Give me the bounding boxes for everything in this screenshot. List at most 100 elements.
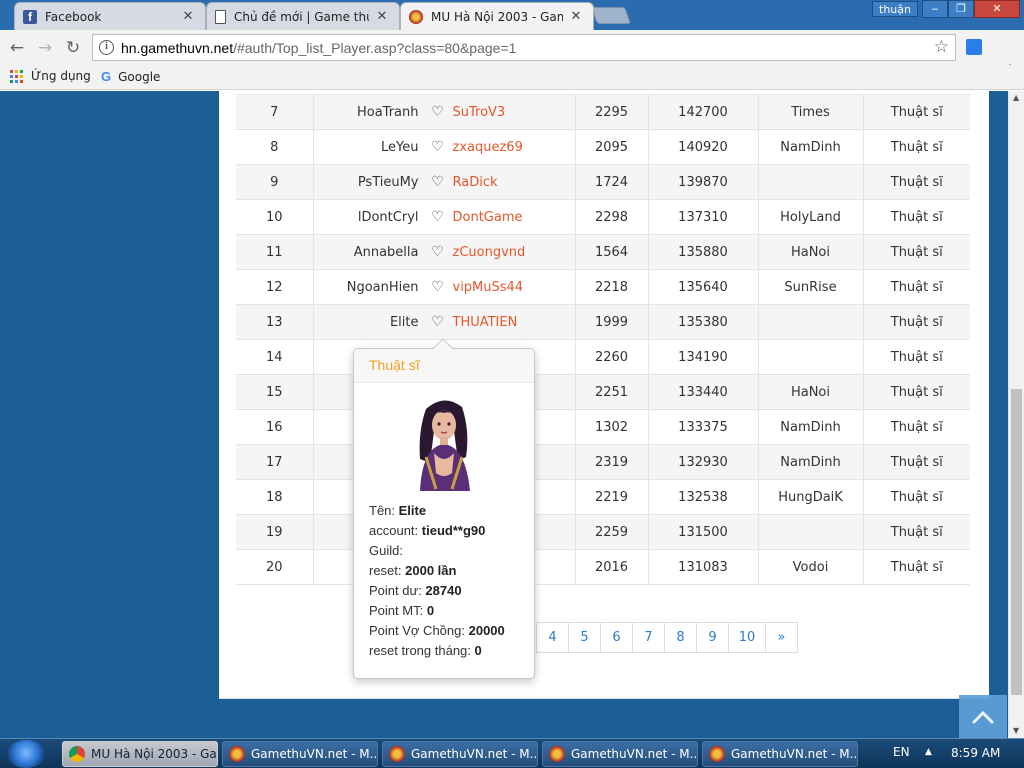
windows-start-icon[interactable] <box>6 740 46 768</box>
table-row: 7 HoaTranh ♡ SuTroV3 2295 142700 Times Thuật sĩ <box>236 94 970 130</box>
tab-mu-hanoi[interactable]: MU Hà Nội 2003 - Game ✕ <box>400 2 594 30</box>
rank-cell: 16 <box>236 409 314 445</box>
reload-icon[interactable]: ↻ <box>62 37 84 59</box>
character-name[interactable]: HoaTranh <box>314 105 419 120</box>
taskbar-item[interactable]: MU Hà Nội 2003 - Ga... <box>62 741 218 767</box>
tray-expand-icon[interactable]: ▲ <box>925 747 932 757</box>
heart-icon: ♡ <box>431 244 444 260</box>
character-name[interactable]: NgoanHien <box>314 280 419 295</box>
partner-name-link[interactable]: SuTroV3 <box>453 105 506 120</box>
rank-cell: 19 <box>236 514 314 550</box>
class-cell[interactable]: Thuật sĩ <box>863 514 970 550</box>
guild-cell: Times <box>758 94 864 130</box>
class-cell[interactable]: Thuật sĩ <box>863 479 970 515</box>
partner-name-link[interactable]: DontGame <box>453 210 523 225</box>
scrollbar-thumb[interactable] <box>1011 389 1022 695</box>
taskbar-item[interactable]: GamethuVN.net - M... <box>222 741 378 767</box>
page-link[interactable]: 7 <box>632 622 665 653</box>
table-row: 18Tu♡2219132538HungDaiKThuật sĩ <box>236 479 970 515</box>
close-icon[interactable]: ✕ <box>375 9 389 24</box>
class-cell[interactable]: Thuật sĩ <box>863 304 970 340</box>
class-cell[interactable]: Thuật sĩ <box>863 94 970 130</box>
bookmark-google[interactable]: G Google <box>101 69 160 84</box>
info-icon[interactable]: i <box>99 40 114 55</box>
tab-forum[interactable]: Chủ đề mới | Game thủ V ✕ <box>206 2 400 30</box>
reset-cell: 2251 <box>575 374 649 410</box>
partner-name-link[interactable]: zCuongvnd <box>453 245 526 260</box>
taskbar-item[interactable]: GamethuVN.net - M... <box>542 741 698 767</box>
class-cell[interactable]: Thuật sĩ <box>863 164 970 200</box>
new-tab-button[interactable] <box>590 7 632 24</box>
point-cell: 142700 <box>648 94 759 130</box>
close-icon[interactable]: ✕ <box>181 9 195 24</box>
page-link[interactable]: 8 <box>664 622 697 653</box>
taskbar-item[interactable]: GamethuVN.net - M... <box>382 741 538 767</box>
profile-extension-icon[interactable] <box>966 39 982 55</box>
page-link[interactable]: 4 <box>536 622 569 653</box>
reset-cell: 2218 <box>575 269 649 305</box>
rank-cell: 18 <box>236 479 314 515</box>
class-cell[interactable]: Thuật sĩ <box>863 374 970 410</box>
partner-name-link[interactable]: zxaquez69 <box>453 140 523 155</box>
tab-facebook[interactable]: f Facebook ✕ <box>14 2 206 30</box>
class-cell[interactable]: Thuật sĩ <box>863 129 970 165</box>
page-link[interactable]: 5 <box>568 622 601 653</box>
class-cell[interactable]: Thuật sĩ <box>863 409 970 445</box>
bookmark-star-icon[interactable]: ☆ <box>934 37 949 57</box>
page-link[interactable]: 6 <box>600 622 633 653</box>
window-user-badge[interactable]: thuận <box>872 1 918 17</box>
rank-cell: 10 <box>236 199 314 235</box>
taskbar-label: GamethuVN.net - M... <box>411 747 538 761</box>
character-name[interactable]: PsTieuMy <box>314 175 419 190</box>
class-cell[interactable]: Thuật sĩ <box>863 234 970 270</box>
class-cell[interactable]: Thuật sĩ <box>863 549 970 585</box>
back-arrow-icon[interactable]: ← <box>6 37 28 59</box>
reset-cell: 2298 <box>575 199 649 235</box>
character-cell: Annabella ♡ zCuongvnd <box>313 234 576 270</box>
vertical-scrollbar[interactable]: ▲ ▼ <box>1008 91 1024 738</box>
taskbar-label: GamethuVN.net - M... <box>731 747 858 761</box>
close-icon[interactable]: ✕ <box>569 9 583 24</box>
point-cell: 135880 <box>648 234 759 270</box>
language-indicator[interactable]: EN <box>893 745 910 759</box>
page-link[interactable]: 10 <box>728 622 766 653</box>
page-link[interactable]: 9 <box>696 622 729 653</box>
guild-cell: NamDinh <box>758 409 864 445</box>
partner-name-link[interactable]: THUATIEN <box>453 315 518 330</box>
bookmark-apps[interactable]: Ứng dụng <box>10 69 91 83</box>
back-to-top-button[interactable] <box>959 695 1007 738</box>
character-name[interactable]: Elite <box>314 315 419 330</box>
class-cell[interactable]: Thuật sĩ <box>863 339 970 375</box>
bookmark-label: Ứng dụng <box>31 69 91 83</box>
point-cell: 131500 <box>648 514 759 550</box>
window-close-icon[interactable]: ✕ <box>974 0 1020 18</box>
rank-cell: 7 <box>236 94 314 130</box>
character-name[interactable]: LeYeu <box>314 140 418 155</box>
reset-cell: 2260 <box>575 339 649 375</box>
class-cell[interactable]: Thuật sĩ <box>863 444 970 480</box>
class-cell[interactable]: Thuật sĩ <box>863 269 970 305</box>
tab-title: Chủ đề mới | Game thủ V <box>234 9 369 24</box>
character-name[interactable]: lDontCryl <box>314 210 419 225</box>
reset-cell: 1302 <box>575 409 649 445</box>
guild-cell: SunRise <box>758 269 864 305</box>
minimize-icon[interactable]: ‒ <box>922 0 948 18</box>
character-name[interactable]: Annabella <box>314 245 419 260</box>
restore-icon[interactable]: ❐ <box>948 0 974 18</box>
next-page-link[interactable]: » <box>765 622 798 653</box>
table-row: 20Th♡2016131083VodoiThuật sĩ <box>236 549 970 585</box>
address-bar[interactable]: i hn.gamethuvn.net/#auth/Top_list_Player… <box>92 34 956 61</box>
class-cell[interactable]: Thuật sĩ <box>863 199 970 235</box>
forward-arrow-icon[interactable]: → <box>34 37 56 59</box>
guild-cell: NamDinh <box>758 129 864 165</box>
partner-name-link[interactable]: RaDick <box>453 175 498 190</box>
table-row: 15♡2251133440HaNoiThuật sĩ <box>236 374 970 410</box>
taskbar-item[interactable]: GamethuVN.net - M... <box>702 741 858 767</box>
rank-cell: 12 <box>236 269 314 305</box>
system-clock[interactable]: 8:59 AM <box>951 746 1000 760</box>
partner-name-link[interactable]: vipMuSs44 <box>453 280 524 295</box>
scroll-up-icon[interactable]: ▲ <box>1013 93 1019 102</box>
scroll-down-icon[interactable]: ▼ <box>1013 726 1019 735</box>
url-text[interactable]: hn.gamethuvn.net/#auth/Top_list_Player.a… <box>121 40 516 56</box>
rank-cell: 15 <box>236 374 314 410</box>
